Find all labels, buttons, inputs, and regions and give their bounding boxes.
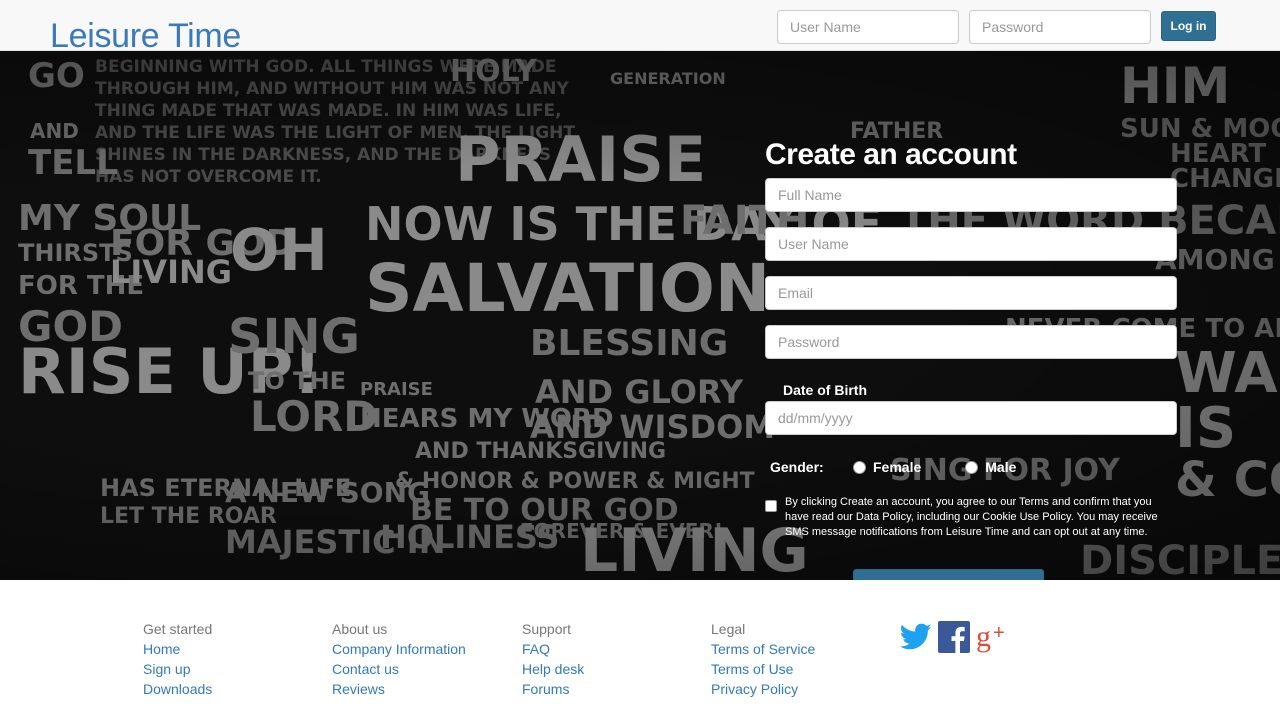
gender-row: Gender: Female Male xyxy=(765,457,1177,477)
hero-background-word: GO xyxy=(28,56,85,96)
hero-background-word: PRAISE xyxy=(455,123,707,196)
hero-background-word: MY SOUL xyxy=(18,198,202,239)
footer-link[interactable]: Reviews xyxy=(332,679,466,699)
top-navbar: Leisure Time Log in xyxy=(0,0,1280,55)
hero-background-word: FOREVER & EVER! xyxy=(520,519,723,543)
hero-background-word: SALVATION xyxy=(365,250,771,327)
hero-background-word: THIRSTS xyxy=(18,239,133,267)
hero-background-word: THROUGH HIM, AND WITHOUT HIM WAS NOT ANY xyxy=(95,79,569,99)
register-button[interactable]: Register xyxy=(853,569,1044,580)
hero-background-word: AND xyxy=(30,119,79,143)
hero-background-word: Living xyxy=(110,253,233,291)
hero-background-word: FOR THE xyxy=(18,271,145,301)
hero-background-word: BEGINNING WITH GOD. ALL THINGS WERE MADE xyxy=(95,57,557,77)
hero-background-word: & HONOR & POWER & MIGHT xyxy=(395,469,755,494)
footer-column: Get started Home Sign up Downloads xyxy=(143,619,212,699)
hero-background-word: AND THANKSGIVING xyxy=(415,439,667,464)
gender-male-option[interactable]: Male xyxy=(965,459,1016,475)
hero-background-word: & COME xyxy=(1175,452,1280,508)
hero-background-word: RISE UP! xyxy=(18,335,322,408)
hero-background-word: GOD xyxy=(18,302,124,351)
footer-link[interactable]: Downloads xyxy=(143,679,212,699)
hero-background-word: PRAISE xyxy=(360,379,433,400)
footer-link[interactable]: Sign up xyxy=(143,659,212,679)
footer: Get started Home Sign up Downloads About us C… xyxy=(0,580,1280,726)
female-radio[interactable] xyxy=(853,460,866,474)
hero-background-word: BE TO OUR GOD xyxy=(410,493,679,528)
signup-username-input[interactable] xyxy=(765,227,1177,261)
hero-background-word: DISCIPLES xyxy=(1080,538,1280,580)
email-input[interactable] xyxy=(765,276,1177,310)
hero-background-word: and GLORY xyxy=(535,373,744,411)
hero-background-word: HEARS MY WORD xyxy=(360,404,614,434)
hero-background-word: WAS xyxy=(1175,341,1280,406)
hero-background-word: IS xyxy=(1175,396,1237,461)
svg-text:+: + xyxy=(993,622,1005,644)
footer-link[interactable]: Contact us xyxy=(332,659,466,679)
footer-column-heading: Legal xyxy=(711,621,746,637)
hero-background-word: FOR GOD xyxy=(110,223,296,264)
hero-background-word: HOLY xyxy=(450,54,537,89)
form-title: Create an account xyxy=(765,138,1017,171)
female-label: Female xyxy=(873,459,922,475)
login-username-input[interactable] xyxy=(777,10,959,44)
google-plus-icon[interactable]: g + xyxy=(976,620,1010,658)
hero-background-word: HEART xyxy=(1170,139,1267,169)
hero-background-word: THING MADE THAT WAS MADE. IN HIM WAS LIF… xyxy=(95,101,562,121)
hero-background-word: TO THE xyxy=(248,367,346,395)
footer-column: Legal Terms of Service Terms of Use Privacy… xyxy=(711,619,815,699)
hero-background-word: MAJESTIC IN xyxy=(225,523,446,561)
footer-link[interactable]: Terms of Use xyxy=(711,659,815,679)
social-links: g + xyxy=(899,620,1016,658)
hero-background-word: HAS ETERNAL LIFE xyxy=(100,474,352,502)
hero-banner: BEGINNING WITH GOD. ALL THINGS WERE MADE… xyxy=(0,51,1280,580)
footer-link[interactable]: Terms of Service xyxy=(711,639,815,659)
hero-background-word: CHANGE xyxy=(1170,164,1280,194)
footer-column-heading: Get started xyxy=(143,621,213,637)
footer-link[interactable]: Privacy Policy xyxy=(711,679,815,699)
footer-column: About us Company Information Contact us Rev… xyxy=(332,619,466,699)
terms-checkbox[interactable] xyxy=(765,500,777,512)
footer-column: Support FAQ Help desk Forums xyxy=(522,619,584,699)
hero-background-word: OH xyxy=(230,216,328,284)
footer-column-heading: About us xyxy=(332,621,388,637)
footer-link[interactable]: FAQ xyxy=(522,639,584,659)
brand-logo[interactable]: Leisure Time xyxy=(50,14,241,58)
hero-background-word: HAS NOT OVERCOME IT. xyxy=(95,167,322,187)
login-password-input[interactable] xyxy=(969,10,1151,44)
facebook-icon[interactable] xyxy=(938,621,970,658)
footer-link[interactable]: Company Information xyxy=(332,639,466,659)
terms-row: By clicking Create an account, you agree… xyxy=(765,495,1177,540)
hero-background-word: GENERATION xyxy=(610,69,726,88)
hero-background-word: SING xyxy=(228,309,360,365)
svg-text:g: g xyxy=(976,621,991,653)
signup-form: Create an account Date of Birth Gender: … xyxy=(765,131,1177,580)
hero-background-word: BLESSING xyxy=(530,323,729,364)
footer-link[interactable]: Forums xyxy=(522,679,584,699)
footer-column-heading: Support xyxy=(522,621,572,637)
male-label: Male xyxy=(985,459,1017,475)
gender-female-option[interactable]: Female xyxy=(853,459,921,475)
hero-background-word: and WISDOM xyxy=(530,408,776,446)
twitter-icon[interactable] xyxy=(899,623,932,656)
hero-background-word: AND THE LIFE WAS THE LIGHT OF MEN. THE L… xyxy=(95,123,575,143)
hero-background-word: LORD xyxy=(250,392,379,441)
male-radio[interactable] xyxy=(965,460,979,474)
hero-background-word: HOLINESS xyxy=(380,518,560,556)
hero-background-word: TELL xyxy=(28,143,118,183)
footer-link[interactable]: Help desk xyxy=(522,659,584,679)
hero-background-word: SHINES IN THE DARKNESS, AND THE DARKNESS xyxy=(95,145,551,165)
signup-password-input[interactable] xyxy=(765,325,1177,359)
full-name-input[interactable] xyxy=(765,178,1177,212)
hero-background-word: HIM xyxy=(1120,57,1231,115)
hero-background-word: LET THE ROAR xyxy=(100,504,277,529)
footer-link[interactable]: Home xyxy=(143,639,212,659)
dob-input[interactable] xyxy=(765,401,1177,435)
dob-label: Date of Birth xyxy=(783,382,867,398)
terms-text: By clicking Create an account, you agree… xyxy=(785,496,1158,538)
gender-label: Gender: xyxy=(770,459,824,475)
login-button[interactable]: Log in xyxy=(1161,11,1216,41)
hero-background-word: A NEW SONG xyxy=(225,476,430,509)
